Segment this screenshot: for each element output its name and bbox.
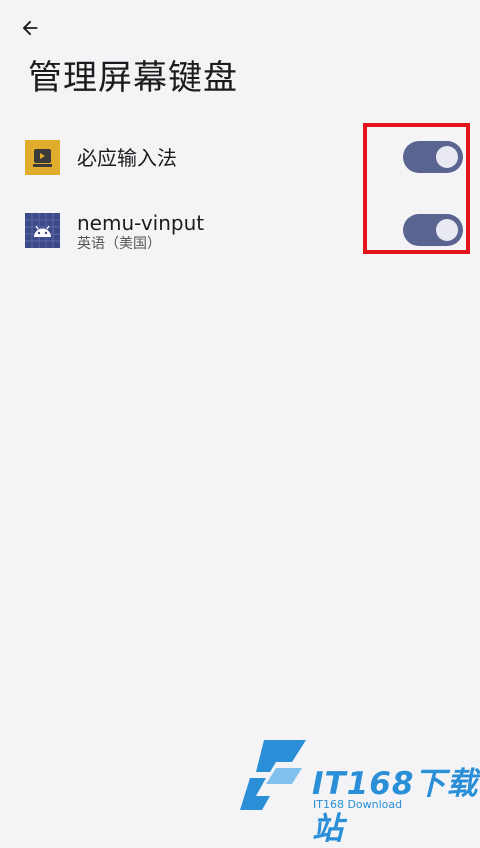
android-icon [25,213,60,248]
keyboard-language: 英语（美国） [77,236,161,252]
highlight-annotation [363,123,470,254]
keyboard-name: nemu-vinput [77,211,205,235]
watermark-sub: IT168 Download [313,798,403,811]
back-button[interactable] [14,12,46,44]
arrow-left-icon [22,20,38,36]
page-title: 管理屏幕键盘 [28,58,238,98]
keyboard-name: 必应输入法 [77,146,177,170]
bing-keyboard-icon [25,140,60,175]
app-bar [0,0,480,56]
